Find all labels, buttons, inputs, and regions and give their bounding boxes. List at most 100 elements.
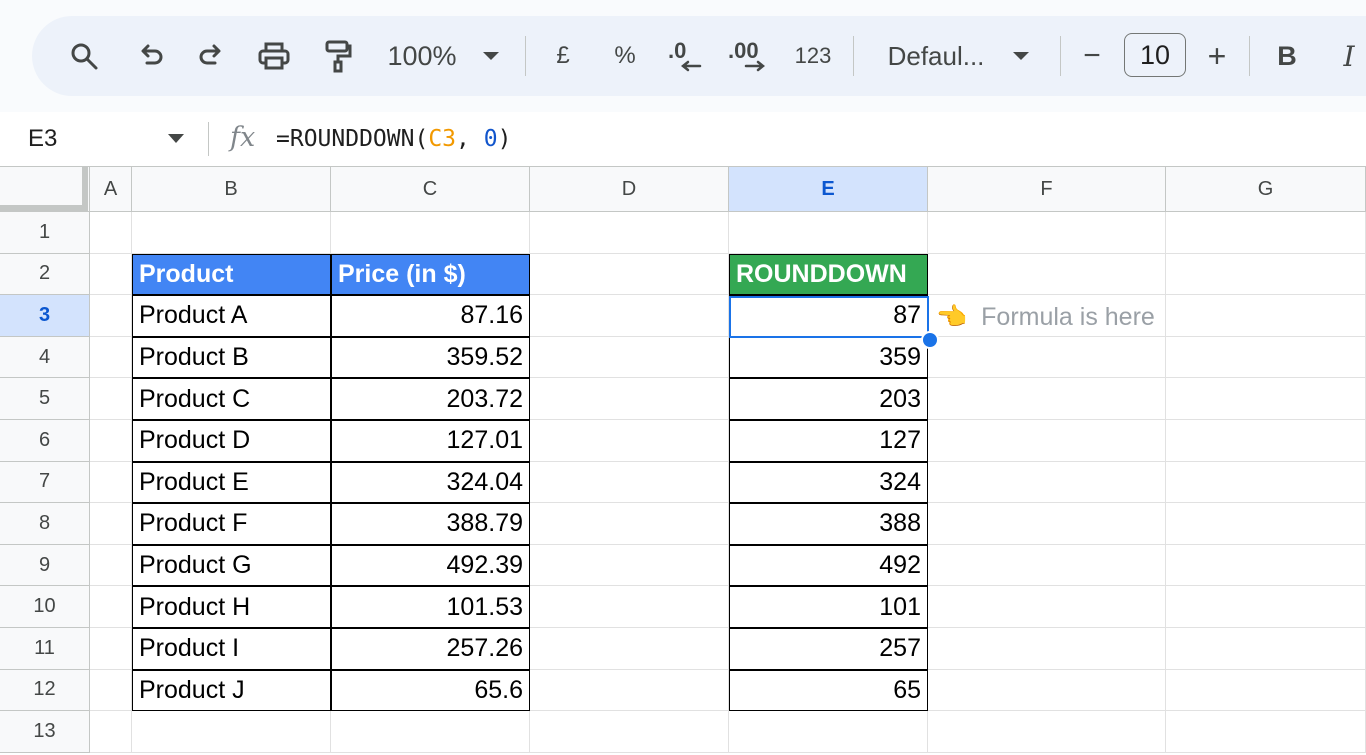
- row-header-6[interactable]: 6: [0, 420, 90, 462]
- cell-g11[interactable]: [1166, 628, 1366, 670]
- column-header-d[interactable]: D: [530, 166, 729, 212]
- font-family-select[interactable]: Defaul...: [880, 16, 992, 96]
- rounddown-cell[interactable]: 359: [729, 336, 928, 379]
- cell-f10[interactable]: [928, 586, 1166, 628]
- cell-f6[interactable]: [928, 420, 1166, 462]
- cell-d13[interactable]: [530, 711, 729, 753]
- cell-f1[interactable]: [928, 212, 1166, 254]
- cell-f4[interactable]: [928, 336, 1166, 379]
- rounddown-cell[interactable]: 203: [729, 378, 928, 420]
- zoom-select[interactable]: 100%: [382, 16, 462, 96]
- rounddown-cell[interactable]: 388: [729, 503, 928, 545]
- search-menus-icon[interactable]: [64, 16, 104, 96]
- product-cell[interactable]: Product A: [132, 295, 331, 337]
- cell-a12[interactable]: [90, 669, 132, 712]
- row-header-4[interactable]: 4: [0, 336, 90, 379]
- cell-f12[interactable]: [928, 669, 1166, 712]
- cell-g10[interactable]: [1166, 586, 1366, 628]
- cell-e1[interactable]: [729, 212, 928, 254]
- row-header-5[interactable]: 5: [0, 378, 90, 420]
- decrease-decimal-button[interactable]: .0: [666, 16, 706, 96]
- product-cell[interactable]: Product G: [132, 544, 331, 587]
- font-size-input[interactable]: 10: [1124, 33, 1186, 77]
- decrease-font-size-button[interactable]: −: [1076, 16, 1108, 96]
- product-cell[interactable]: Product E: [132, 461, 331, 504]
- cell-a5[interactable]: [90, 378, 132, 420]
- increase-decimal-button[interactable]: .00: [728, 16, 772, 96]
- product-cell[interactable]: Product H: [132, 586, 331, 628]
- row-header-8[interactable]: 8: [0, 503, 90, 545]
- row-header-7[interactable]: 7: [0, 461, 90, 504]
- cell-c1[interactable]: [331, 212, 530, 254]
- cell-d11[interactable]: [530, 628, 729, 670]
- percent-format-button[interactable]: %: [608, 16, 642, 96]
- cell-a10[interactable]: [90, 586, 132, 628]
- header-price[interactable]: Price (in $): [331, 253, 530, 296]
- cell-f8[interactable]: [928, 503, 1166, 545]
- font-family-dropdown-icon[interactable]: [1008, 16, 1034, 96]
- column-header-c[interactable]: C: [331, 166, 530, 212]
- cell-f2[interactable]: [928, 253, 1166, 296]
- cell-d6[interactable]: [530, 420, 729, 462]
- product-cell[interactable]: Product B: [132, 336, 331, 379]
- cell-a11[interactable]: [90, 628, 132, 670]
- name-box[interactable]: E3: [28, 112, 57, 166]
- price-cell[interactable]: 65.6: [331, 669, 530, 712]
- cell-b13[interactable]: [132, 711, 331, 753]
- rounddown-cell[interactable]: 87: [729, 295, 928, 337]
- price-cell[interactable]: 101.53: [331, 586, 530, 628]
- row-header-9[interactable]: 9: [0, 544, 90, 587]
- rounddown-cell[interactable]: 324: [729, 461, 928, 504]
- price-cell[interactable]: 359.52: [331, 336, 530, 379]
- cell-f13[interactable]: [928, 711, 1166, 753]
- cell-a1[interactable]: [90, 212, 132, 254]
- row-header-1[interactable]: 1: [0, 212, 90, 254]
- cell-a6[interactable]: [90, 420, 132, 462]
- cell-g8[interactable]: [1166, 503, 1366, 545]
- column-header-b[interactable]: B: [132, 166, 331, 212]
- cell-d9[interactable]: [530, 544, 729, 587]
- cell-g9[interactable]: [1166, 544, 1366, 587]
- cell-d1[interactable]: [530, 212, 729, 254]
- column-header-f[interactable]: F: [928, 166, 1166, 212]
- rounddown-cell[interactable]: 492: [729, 544, 928, 587]
- cell-f9[interactable]: [928, 544, 1166, 587]
- cell-g12[interactable]: [1166, 669, 1366, 712]
- price-cell[interactable]: 87.16: [331, 295, 530, 337]
- cell-d7[interactable]: [530, 461, 729, 504]
- cell-a7[interactable]: [90, 461, 132, 504]
- cell-g6[interactable]: [1166, 420, 1366, 462]
- cell-g3[interactable]: [1166, 295, 1366, 337]
- name-box-dropdown-icon[interactable]: [168, 134, 184, 143]
- rounddown-cell[interactable]: 257: [729, 628, 928, 670]
- cell-g13[interactable]: [1166, 711, 1366, 753]
- product-cell[interactable]: Product D: [132, 420, 331, 462]
- italic-button[interactable]: I: [1334, 16, 1364, 96]
- bold-button[interactable]: B: [1272, 16, 1302, 96]
- product-cell[interactable]: Product J: [132, 669, 331, 712]
- cell-d5[interactable]: [530, 378, 729, 420]
- redo-icon[interactable]: [192, 16, 232, 96]
- column-header-a[interactable]: A: [90, 166, 132, 212]
- cell-d4[interactable]: [530, 336, 729, 379]
- price-cell[interactable]: 203.72: [331, 378, 530, 420]
- rounddown-cell[interactable]: 65: [729, 669, 928, 712]
- cell-a13[interactable]: [90, 711, 132, 753]
- row-header-13[interactable]: 13: [0, 711, 90, 753]
- cell-g7[interactable]: [1166, 461, 1366, 504]
- row-header-2[interactable]: 2: [0, 253, 90, 296]
- header-product[interactable]: Product: [132, 253, 331, 296]
- undo-icon[interactable]: [130, 16, 170, 96]
- column-header-g[interactable]: G: [1166, 166, 1366, 212]
- product-cell[interactable]: Product F: [132, 503, 331, 545]
- print-icon[interactable]: [254, 16, 294, 96]
- rounddown-cell[interactable]: 127: [729, 420, 928, 462]
- product-cell[interactable]: Product I: [132, 628, 331, 670]
- cell-a4[interactable]: [90, 336, 132, 379]
- cell-a8[interactable]: [90, 503, 132, 545]
- cell-g2[interactable]: [1166, 253, 1366, 296]
- select-all-corner[interactable]: [0, 166, 90, 212]
- column-header-e[interactable]: E: [729, 166, 928, 212]
- row-header-11[interactable]: 11: [0, 628, 90, 670]
- zoom-dropdown-icon[interactable]: [478, 16, 504, 96]
